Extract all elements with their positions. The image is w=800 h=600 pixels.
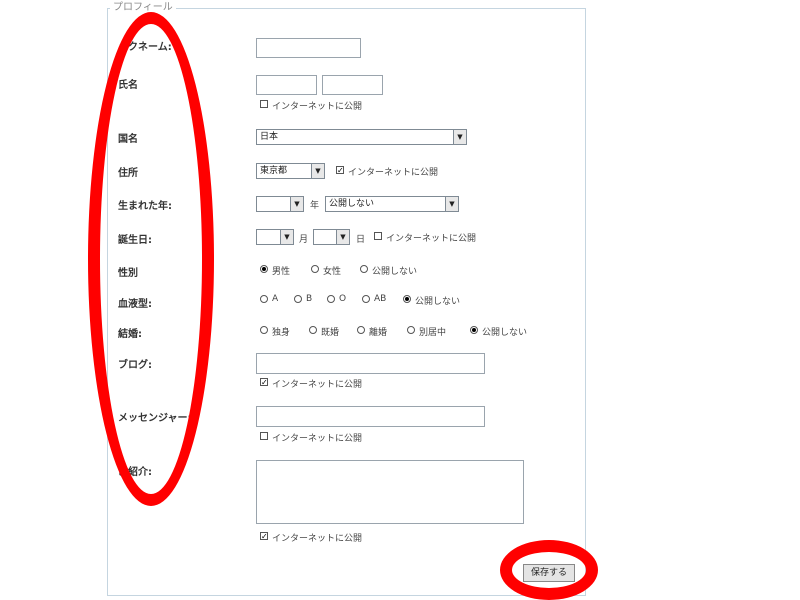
chevron-down-icon: ▼ — [445, 197, 458, 211]
month-suffix: 月 — [299, 235, 309, 245]
last-name-input[interactable] — [256, 75, 317, 95]
prefecture-select-value: 東京都 — [260, 166, 288, 176]
country-select[interactable]: 日本 ▼ — [256, 129, 467, 145]
prefecture-select[interactable]: 東京都 ▼ — [256, 163, 325, 179]
marriage-radio-private[interactable] — [470, 326, 478, 334]
marriage-radio-single[interactable] — [260, 326, 268, 334]
day-suffix: 日 — [356, 235, 366, 245]
blood-radio-o[interactable] — [327, 295, 335, 303]
marriage-radio-divorced[interactable] — [357, 326, 365, 334]
chevron-down-icon: ▼ — [453, 130, 466, 144]
marriage-option-single: 独身 — [272, 328, 291, 338]
chevron-down-icon: ▼ — [311, 164, 324, 178]
blood-radio-b[interactable] — [294, 295, 302, 303]
name-publish-checkbox[interactable] — [260, 100, 268, 108]
address-publish-label: インターネットに公開 — [348, 168, 439, 178]
intro-publish-checkbox[interactable]: ✓ — [260, 532, 268, 541]
gender-option-male: 男性 — [272, 267, 291, 277]
highlight-ellipse-save — [500, 540, 598, 600]
marriage-radio-married[interactable] — [309, 326, 317, 334]
gender-radio-female[interactable] — [311, 265, 319, 273]
country-select-value: 日本 — [260, 132, 279, 142]
nickname-input[interactable] — [256, 38, 361, 58]
blood-radio-ab[interactable] — [362, 295, 370, 303]
chevron-down-icon: ▼ — [280, 230, 293, 244]
marriage-option-married: 既婚 — [321, 328, 340, 338]
name-publish-label: インターネットに公開 — [272, 102, 363, 112]
blood-option-ab: AB — [374, 294, 387, 304]
blood-radio-private[interactable] — [403, 295, 411, 303]
gender-option-private: 公開しない — [372, 267, 418, 277]
birth-day-select[interactable]: ▼ — [313, 229, 350, 245]
chevron-down-icon: ▼ — [290, 197, 303, 211]
blog-input[interactable] — [256, 353, 485, 374]
gender-option-female: 女性 — [323, 267, 342, 277]
chevron-down-icon: ▼ — [336, 230, 349, 244]
blog-publish-label: インターネットに公開 — [272, 380, 363, 390]
messenger-input[interactable] — [256, 406, 485, 427]
address-publish-checkbox[interactable]: ✓ — [336, 166, 344, 175]
year-suffix: 年 — [310, 201, 320, 211]
birth-year-select[interactable]: ▼ — [256, 196, 304, 212]
marriage-radio-separated[interactable] — [407, 326, 415, 334]
intro-publish-label: インターネットに公開 — [272, 534, 363, 544]
birth-month-select[interactable]: ▼ — [256, 229, 294, 245]
birth-year-visibility-select[interactable]: 公開しない ▼ — [325, 196, 459, 212]
birthday-publish-label: インターネットに公開 — [386, 234, 477, 244]
blood-option-private: 公開しない — [415, 297, 461, 307]
blog-publish-checkbox[interactable]: ✓ — [260, 378, 268, 387]
first-name-input[interactable] — [322, 75, 383, 95]
blood-radio-a[interactable] — [260, 295, 268, 303]
profile-legend: プロフィール — [110, 0, 176, 13]
highlight-ellipse-labels — [88, 12, 214, 506]
messenger-publish-label: インターネットに公開 — [272, 434, 363, 444]
blood-option-o: O — [339, 294, 347, 304]
messenger-publish-checkbox[interactable] — [260, 432, 268, 440]
birthday-publish-checkbox[interactable] — [374, 232, 382, 240]
marriage-option-divorced: 離婚 — [369, 328, 388, 338]
birth-year-visibility-value: 公開しない — [329, 199, 375, 209]
marriage-option-separated: 別居中 — [419, 328, 447, 338]
gender-radio-male[interactable] — [260, 265, 268, 273]
intro-textarea[interactable] — [256, 460, 524, 524]
marriage-option-private: 公開しない — [482, 328, 528, 338]
blood-option-b: B — [306, 294, 313, 304]
gender-radio-private[interactable] — [360, 265, 368, 273]
blood-option-a: A — [272, 294, 279, 304]
